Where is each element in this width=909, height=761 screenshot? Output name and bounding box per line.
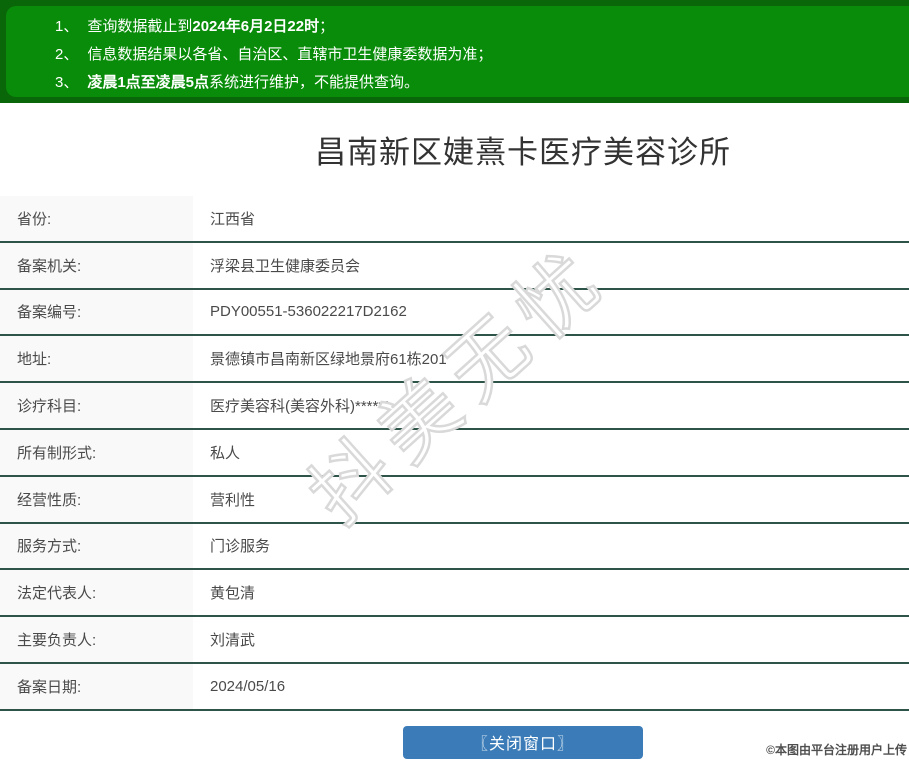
notice-item-text: 信息数据结果以各省、自治区、直辖市卫生健康委数据为准；	[87, 46, 492, 63]
table-row: 备案编号:PDY00551-536022217D2162	[0, 290, 909, 337]
row-value: 营利性	[193, 477, 909, 522]
notice-item-number: 2、	[55, 46, 78, 63]
notice-item-text: 2024年6月2日22时	[192, 18, 319, 35]
table-row: 省份:江西省	[0, 196, 909, 243]
table-row: 所有制形式:私人	[0, 430, 909, 477]
notice-banner: 1、查询数据截止到2024年6月2日22时；2、信息数据结果以各省、自治区、直辖…	[0, 0, 909, 103]
notice-list: 1、查询数据截止到2024年6月2日22时；2、信息数据结果以各省、自治区、直辖…	[6, 6, 909, 97]
row-label: 备案日期:	[0, 664, 193, 709]
row-label: 地址:	[0, 336, 193, 381]
notice-item-number: 3、	[55, 74, 78, 91]
notice-item-number: 1、	[55, 18, 78, 35]
notice-item-text: 查询数据截止到	[87, 18, 192, 35]
table-row: 主要负责人:刘清武	[0, 617, 909, 664]
title-section: 昌南新区婕熹卡医疗美容诊所	[0, 103, 909, 196]
row-value: PDY00551-536022217D2162	[193, 290, 909, 335]
close-window-button[interactable]: 〖关闭窗口〗	[403, 726, 643, 759]
uploader-footnote: ©本图由平台注册用户上传	[766, 741, 907, 758]
row-label: 经营性质:	[0, 477, 193, 522]
table-row: 备案日期:2024/05/16	[0, 664, 909, 711]
row-value: 黄包清	[193, 570, 909, 615]
row-value: 门诊服务	[193, 524, 909, 569]
row-label: 法定代表人:	[0, 570, 193, 615]
table-row: 地址:景德镇市昌南新区绿地景府61栋201	[0, 336, 909, 383]
row-label: 服务方式:	[0, 524, 193, 569]
notice-banner-inner: 1、查询数据截止到2024年6月2日22时；2、信息数据结果以各省、自治区、直辖…	[6, 6, 909, 97]
row-label: 诊疗科目:	[0, 383, 193, 428]
notice-item: 2、信息数据结果以各省、自治区、直辖市卫生健康委数据为准；	[55, 41, 909, 69]
notice-item: 1、查询数据截止到2024年6月2日22时；	[55, 13, 909, 41]
row-label: 备案机关:	[0, 243, 193, 288]
table-row: 法定代表人:黄包清	[0, 570, 909, 617]
row-label: 省份:	[0, 196, 193, 241]
table-row: 备案机关:浮梁县卫生健康委员会	[0, 243, 909, 290]
row-value: 刘清武	[193, 617, 909, 662]
row-value: 医疗美容科(美容外科)******	[193, 383, 909, 428]
row-value: 江西省	[193, 196, 909, 241]
notice-item-text: 系统进行维护，不能提供查询。	[209, 74, 419, 91]
page-title: 昌南新区婕熹卡医疗美容诊所	[315, 127, 731, 172]
table-row: 诊疗科目:医疗美容科(美容外科)******	[0, 383, 909, 430]
table-row: 经营性质:营利性	[0, 477, 909, 524]
row-value: 2024/05/16	[193, 664, 909, 709]
row-label: 所有制形式:	[0, 430, 193, 475]
notice-item-text: ；	[319, 18, 334, 35]
record-table: 省份:江西省备案机关:浮梁县卫生健康委员会备案编号:PDY00551-53602…	[0, 196, 909, 711]
page-container: 1、查询数据截止到2024年6月2日22时；2、信息数据结果以各省、自治区、直辖…	[0, 0, 909, 759]
row-label: 主要负责人:	[0, 617, 193, 662]
row-value: 浮梁县卫生健康委员会	[193, 243, 909, 288]
row-value: 景德镇市昌南新区绿地景府61栋201	[193, 336, 909, 381]
table-row: 服务方式:门诊服务	[0, 524, 909, 571]
notice-item-text: 凌晨1点至凌晨5点	[87, 74, 209, 91]
row-label: 备案编号:	[0, 290, 193, 335]
notice-item: 3、凌晨1点至凌晨5点系统进行维护，不能提供查询。	[55, 69, 909, 97]
row-value: 私人	[193, 430, 909, 475]
